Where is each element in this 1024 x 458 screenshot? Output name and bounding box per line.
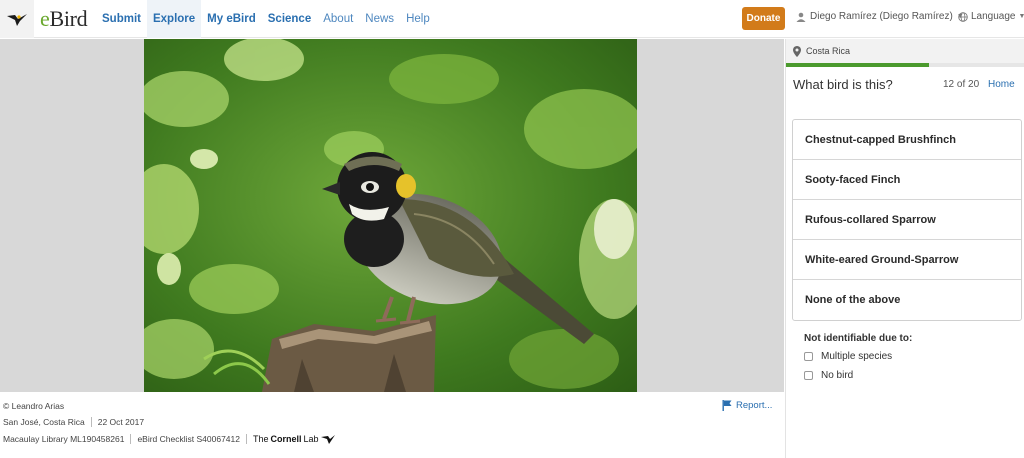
- quiz-location: Costa Rica: [806, 46, 851, 56]
- checkbox-no-bird[interactable]: No bird: [804, 370, 853, 381]
- answer-option[interactable]: Chestnut-capped Brushfinch: [793, 120, 1021, 160]
- answer-list: Chestnut-capped Brushfinch Sooty-faced F…: [792, 119, 1022, 321]
- answer-option[interactable]: Sooty-faced Finch: [793, 160, 1021, 200]
- nav-science[interactable]: Science: [262, 0, 317, 38]
- credit-location-date: San José, Costa Rica 22 Oct 2017: [3, 417, 144, 427]
- location-pin-icon: [793, 45, 801, 57]
- nav-about[interactable]: About: [317, 0, 359, 38]
- macaulay-link[interactable]: Macaulay Library ML190458261: [3, 434, 124, 444]
- cornell-lab-logo[interactable]: The Cornell Lab: [253, 434, 335, 444]
- quiz-panel: Costa Rica What bird is this? 12 of 20 H…: [785, 39, 1024, 458]
- user-name: Diego Ramírez (Diego Ramírez): [810, 11, 953, 22]
- credit-ids: Macaulay Library ML190458261 eBird Check…: [3, 434, 335, 444]
- nav-submit[interactable]: Submit: [96, 0, 147, 38]
- language-menu[interactable]: Language ▼: [958, 11, 1024, 22]
- quiz-progress-fill: [786, 63, 930, 67]
- ebird-logo-icon[interactable]: [0, 0, 34, 38]
- user-menu[interactable]: Diego Ramírez (Diego Ramírez) ▼: [796, 11, 964, 22]
- donate-button[interactable]: Donate: [742, 7, 785, 30]
- checkbox[interactable]: [804, 352, 813, 361]
- checkbox[interactable]: [804, 371, 813, 380]
- answer-option[interactable]: Rufous-collared Sparrow: [793, 200, 1021, 240]
- cornell-bird-icon: [320, 435, 335, 444]
- top-header: eBird Submit Explore My eBird Science Ab…: [0, 0, 1024, 38]
- divider: [90, 417, 92, 427]
- quiz-home-link[interactable]: Home: [988, 79, 1015, 90]
- answer-option[interactable]: White-eared Ground-Sparrow: [793, 240, 1021, 280]
- photo-viewer: [0, 39, 784, 392]
- checkbox-multiple-species[interactable]: Multiple species: [804, 351, 892, 362]
- quiz-location-bar: Costa Rica: [786, 39, 1024, 63]
- main-nav: Submit Explore My eBird Science About Ne…: [96, 0, 436, 38]
- nav-my-ebird[interactable]: My eBird: [201, 0, 262, 38]
- chevron-down-icon: ▼: [1018, 13, 1024, 20]
- flag-icon: [722, 400, 732, 411]
- bird-photo: [144, 39, 637, 392]
- credit-location: San José, Costa Rica: [3, 417, 85, 427]
- globe-icon: [958, 11, 968, 22]
- ebird-wordmark[interactable]: eBird: [40, 6, 88, 32]
- photo-credits: © Leandro Arias San José, Costa Rica 22 …: [0, 392, 784, 458]
- report-link[interactable]: Report...: [722, 400, 772, 411]
- divider: [245, 434, 247, 444]
- language-label: Language: [971, 11, 1016, 22]
- checklist-link[interactable]: eBird Checklist S40067412: [137, 434, 240, 444]
- not-identifiable-title: Not identifiable due to:: [804, 333, 913, 344]
- divider: [130, 434, 132, 444]
- nav-help[interactable]: Help: [400, 0, 436, 38]
- credit-photographer: © Leandro Arias: [3, 401, 64, 411]
- nav-news[interactable]: News: [359, 0, 400, 38]
- checkbox-label: No bird: [821, 370, 854, 381]
- user-icon: [796, 12, 806, 22]
- report-label: Report...: [736, 400, 773, 411]
- checkbox-label: Multiple species: [821, 351, 893, 362]
- answer-option[interactable]: None of the above: [793, 280, 1021, 320]
- quiz-progress-bar: [786, 63, 1024, 67]
- credit-date: 22 Oct 2017: [97, 417, 145, 427]
- quiz-question: What bird is this?: [793, 77, 893, 92]
- photographer-name: © Leandro Arias: [3, 401, 65, 411]
- nav-explore[interactable]: Explore: [146, 0, 202, 38]
- quiz-counter: 12 of 20: [943, 79, 980, 90]
